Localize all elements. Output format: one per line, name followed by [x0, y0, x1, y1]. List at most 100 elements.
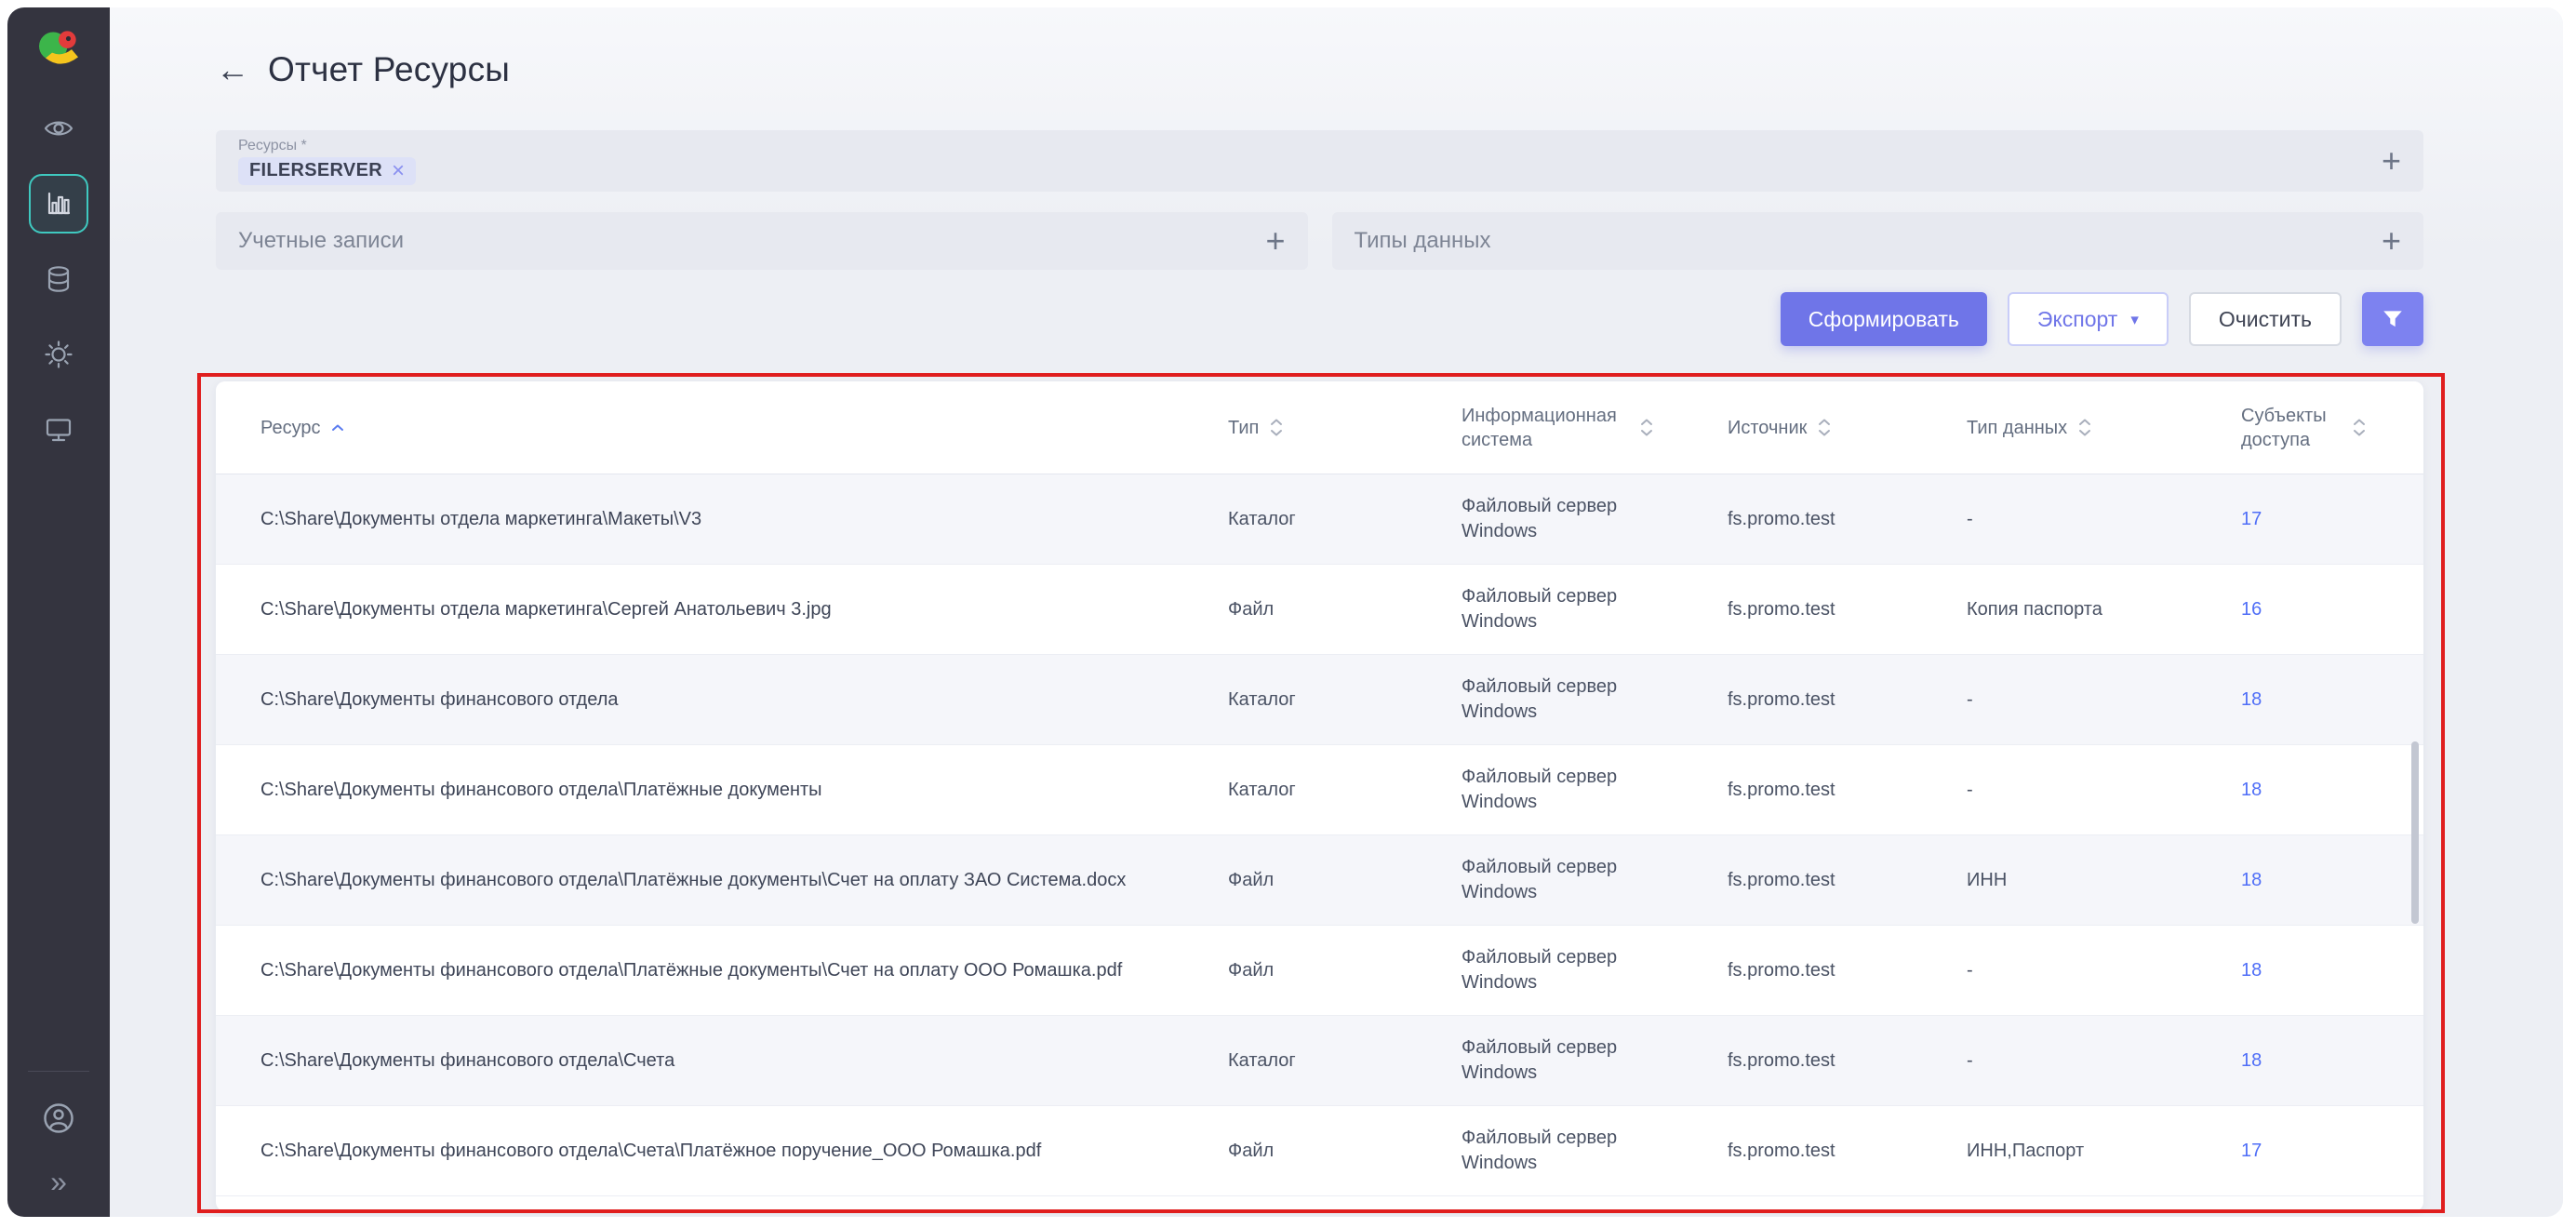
- add-resource-icon[interactable]: +: [2382, 144, 2401, 178]
- sidebar-item-settings[interactable]: [29, 325, 88, 384]
- subjects-cell: 18: [2241, 868, 2379, 893]
- system-cell: Файловый сервер Windows: [1462, 584, 1690, 634]
- resource-cell: C:\Share\Документы финансового отдела\Пл…: [260, 778, 1228, 803]
- system-cell: Файловый сервер Windows: [1462, 855, 1690, 905]
- resource-cell: C:\Share\Документы отдела маркетинга\Мак…: [260, 507, 1228, 532]
- chevron-down-icon: ▾: [2130, 312, 2139, 327]
- system-cell: Файловый сервер Windows: [1462, 674, 1690, 725]
- chip-row: FILERSERVER ×: [238, 157, 416, 185]
- resource-cell: C:\Share\Документы финансового отдела\Сч…: [260, 1139, 1228, 1164]
- column-header[interactable]: Тип: [1228, 416, 1462, 440]
- column-label: Источник: [1728, 416, 1807, 440]
- source-cell: fs.promo.test: [1728, 687, 1967, 713]
- column-label: Субъекты доступа: [2241, 404, 2342, 452]
- add-data-type-icon[interactable]: +: [2382, 224, 2401, 258]
- data-type-cell: -: [1967, 958, 2241, 983]
- subjects-cell: 17: [2241, 507, 2379, 532]
- resource-cell: C:\Share\Документы финансового отдела\Сч…: [260, 1048, 1228, 1074]
- type-cell: Файл: [1228, 868, 1462, 893]
- add-account-icon[interactable]: +: [1265, 224, 1285, 258]
- table-row: C:\Share\Документы финансового отдела\Сч…: [216, 1106, 2423, 1196]
- logo-icon[interactable]: [33, 22, 85, 74]
- back-arrow-icon[interactable]: ←: [216, 53, 249, 87]
- main-content: ← Отчет Ресурсы Ресурсы * FILERSERVER × …: [110, 7, 2563, 1217]
- subjects-cell: 18: [2241, 687, 2379, 713]
- column-label: Ресурс: [260, 416, 320, 440]
- column-header[interactable]: Информационная система: [1462, 404, 1728, 452]
- source-cell: fs.promo.test: [1728, 1139, 1967, 1164]
- sort-both-icon: [1818, 419, 1831, 436]
- system-cell: Файловый сервер Windows: [1462, 1035, 1690, 1086]
- subjects-link[interactable]: 17: [2241, 509, 2262, 529]
- source-cell: fs.promo.test: [1728, 958, 1967, 983]
- table-row: C:\Share\Документы отдела маркетинга\Мак…: [216, 474, 2423, 565]
- chip-remove-icon[interactable]: ×: [392, 160, 405, 182]
- type-cell: Файл: [1228, 597, 1462, 622]
- table-row: C:\Share\Документы финансового отдела\Пл…: [216, 926, 2423, 1016]
- subjects-cell: 16: [2241, 597, 2379, 622]
- data-type-cell: Копия паспорта: [1967, 597, 2241, 622]
- data-type-cell: -: [1967, 507, 2241, 532]
- resource-chip-label: FILERSERVER: [249, 160, 382, 181]
- resources-filter-field[interactable]: Ресурсы * FILERSERVER × +: [216, 130, 2423, 192]
- data-type-cell: -: [1967, 1048, 2241, 1074]
- system-cell: Файловый сервер Windows: [1462, 1126, 1690, 1176]
- user-icon: [41, 1101, 76, 1136]
- resource-chip[interactable]: FILERSERVER ×: [238, 157, 416, 185]
- subjects-link[interactable]: 18: [2241, 870, 2262, 890]
- generate-button[interactable]: Сформировать: [1781, 292, 1987, 346]
- gear-icon: [43, 339, 74, 370]
- data-type-cell: ИНН,Паспорт: [1967, 1139, 2241, 1164]
- data-types-filter-field[interactable]: Типы данных +: [1332, 212, 2424, 270]
- resource-cell: C:\Share\Документы финансового отдела\Пл…: [260, 958, 1228, 983]
- sidebar-divider: [28, 1071, 89, 1072]
- column-label: Тип: [1228, 416, 1259, 440]
- source-cell: fs.promo.test: [1728, 1048, 1967, 1074]
- sort-both-icon: [1270, 419, 1283, 436]
- table-scrollbar[interactable]: [2411, 741, 2419, 924]
- sort-asc-icon: [331, 424, 344, 432]
- column-header[interactable]: Ресурс: [260, 416, 1228, 440]
- subjects-link[interactable]: 18: [2241, 689, 2262, 710]
- sidebar-nav: [29, 99, 88, 460]
- column-header[interactable]: Тип данных: [1967, 416, 2241, 440]
- type-cell: Каталог: [1228, 778, 1462, 803]
- subjects-link[interactable]: 18: [2241, 960, 2262, 981]
- clear-button[interactable]: Очистить: [2189, 292, 2342, 346]
- filter-button[interactable]: [2362, 292, 2423, 346]
- monitor-icon: [43, 414, 74, 446]
- bar-chart-icon: [43, 188, 74, 220]
- column-label: Информационная система: [1462, 404, 1629, 452]
- table-row: C:\Share\Документы финансового отдела\Сч…: [216, 1016, 2423, 1106]
- subjects-link[interactable]: 18: [2241, 1050, 2262, 1071]
- subjects-link[interactable]: 17: [2241, 1141, 2262, 1161]
- sidebar-item-agents[interactable]: [29, 400, 88, 460]
- subjects-cell: 18: [2241, 958, 2379, 983]
- eye-icon: [43, 113, 74, 144]
- subjects-cell: 18: [2241, 778, 2379, 803]
- sidebar-item-data[interactable]: [29, 249, 88, 309]
- resources-table: Ресурс Тип Информационная система Источн…: [216, 381, 2423, 1211]
- source-cell: fs.promo.test: [1728, 507, 1967, 532]
- table-header-row: Ресурс Тип Информационная система Источн…: [216, 381, 2423, 474]
- sidebar-expand-icon[interactable]: »: [50, 1167, 67, 1196]
- sidebar-item-monitoring[interactable]: [29, 99, 88, 158]
- column-header[interactable]: Субъекты доступа: [2241, 404, 2379, 452]
- subjects-link[interactable]: 16: [2241, 599, 2262, 620]
- sidebar-item-reports[interactable]: [29, 174, 88, 234]
- database-icon: [43, 263, 74, 295]
- export-button[interactable]: Экспорт ▾: [2008, 292, 2169, 346]
- sort-both-icon: [2078, 419, 2091, 436]
- sidebar-item-profile[interactable]: [29, 1088, 88, 1148]
- type-cell: Каталог: [1228, 507, 1462, 532]
- type-cell: Файл: [1228, 958, 1462, 983]
- page-header: ← Отчет Ресурсы: [216, 48, 2423, 91]
- subjects-link[interactable]: 18: [2241, 780, 2262, 800]
- column-header[interactable]: Источник: [1728, 416, 1967, 440]
- accounts-filter-field[interactable]: Учетные записи +: [216, 212, 1308, 270]
- type-cell: Файл: [1228, 1139, 1462, 1164]
- data-type-cell: -: [1967, 778, 2241, 803]
- source-cell: fs.promo.test: [1728, 778, 1967, 803]
- export-button-label: Экспорт: [2037, 307, 2117, 332]
- actions-row: Сформировать Экспорт ▾ Очистить: [216, 292, 2423, 346]
